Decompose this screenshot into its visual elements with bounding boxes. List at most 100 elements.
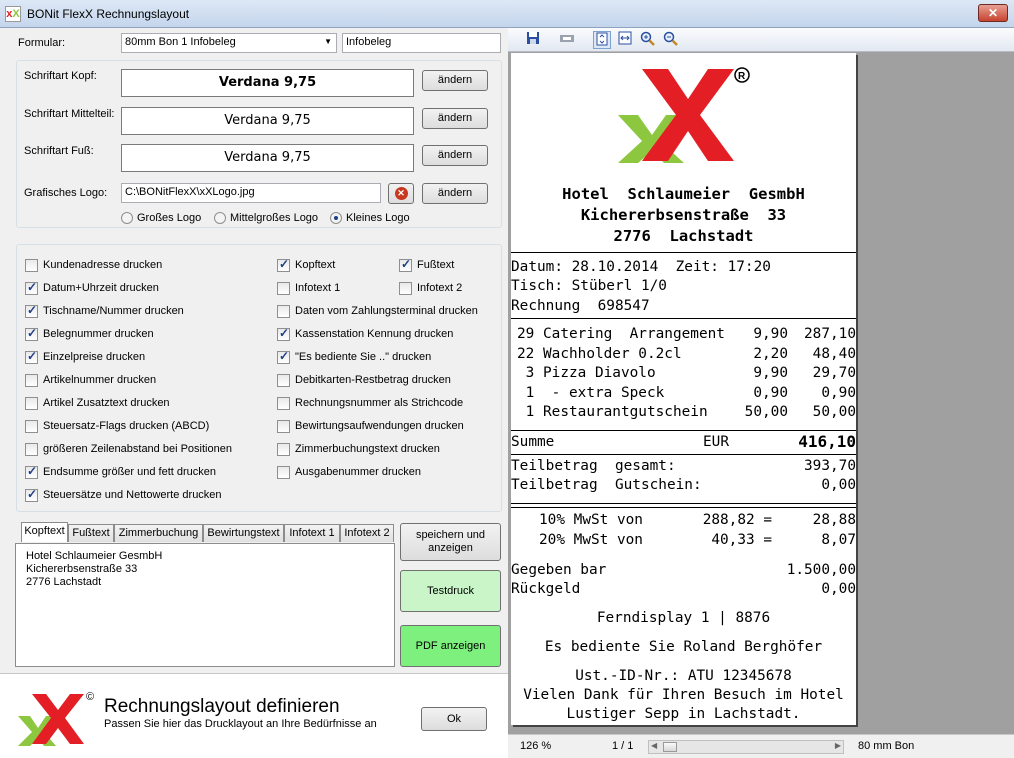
item-name: Restaurantgutschein bbox=[543, 404, 708, 420]
checkbox-indicator bbox=[277, 349, 290, 364]
tab-fusstext[interactable]: Fußtext bbox=[68, 524, 114, 542]
option-checkbox[interactable]: Artikel Zusatztext drucken bbox=[25, 395, 170, 411]
tab-bewirtungstext[interactable]: Bewirtungstext bbox=[203, 524, 284, 542]
font-foot-label: Schriftart Fuß: bbox=[24, 145, 94, 157]
tab-infotext-2[interactable]: Infotext 2 bbox=[340, 524, 394, 542]
radio-small-logo[interactable]: Kleines Logo bbox=[330, 210, 410, 226]
change-logo-button[interactable]: ändern bbox=[422, 183, 488, 204]
checkbox-indicator bbox=[25, 419, 38, 433]
checkbox-label: Tischname/Nummer drucken bbox=[43, 305, 184, 317]
pdf-show-button[interactable]: PDF anzeigen bbox=[400, 625, 501, 667]
item-name: Pizza Diavolo bbox=[543, 365, 656, 381]
option-checkbox[interactable]: Rechnungsnummer als Strichcode bbox=[277, 395, 463, 411]
option-checkbox[interactable]: Endsumme größer und fett drucken bbox=[25, 464, 216, 480]
option-checkbox[interactable]: Ausgabenummer drucken bbox=[277, 464, 421, 480]
checkbox-indicator bbox=[277, 304, 290, 318]
tab-infotext-1[interactable]: Infotext 1 bbox=[284, 524, 340, 542]
item-name: Catering Arrangement bbox=[543, 326, 725, 342]
item-price: 50,00 bbox=[744, 404, 788, 420]
checkbox-indicator bbox=[25, 373, 38, 387]
formular-select-value: 80mm Bon 1 Infobeleg bbox=[125, 36, 236, 48]
radio-indicator bbox=[330, 212, 342, 224]
option-checkbox[interactable]: Kundenadresse drucken bbox=[25, 257, 162, 273]
receipt-header-line: Hotel Schlaumeier GesmbH bbox=[562, 185, 805, 203]
option-checkbox[interactable]: Daten vom Zahlungsterminal drucken bbox=[277, 303, 478, 319]
option-checkbox[interactable]: Tischname/Nummer drucken bbox=[25, 303, 184, 319]
receipt-info-line: Rechnung 698547 bbox=[511, 298, 650, 314]
partial-voucher-label: Teilbetrag Gutschein: bbox=[511, 477, 702, 493]
checkbox-label: Infotext 2 bbox=[417, 282, 463, 294]
item-qty: 22 bbox=[517, 345, 535, 362]
checkbox-label: Endsumme größer und fett drucken bbox=[43, 466, 217, 478]
fit-page-icon[interactable] bbox=[593, 31, 611, 49]
checkbox-indicator bbox=[399, 257, 412, 272]
item-qty: 1 bbox=[517, 384, 535, 401]
checkbox-label: Daten vom Zahlungsterminal drucken bbox=[295, 305, 478, 317]
option-checkbox[interactable]: Einzelpreise drucken bbox=[25, 349, 145, 365]
option-checkbox[interactable]: Belegnummer drucken bbox=[25, 326, 154, 342]
receipt-header-line: 2776 Lachstadt bbox=[613, 227, 754, 245]
checkbox-label: Steuersätze und Nettowerte drucken bbox=[43, 489, 222, 501]
ok-button[interactable]: Ok bbox=[421, 707, 487, 731]
given-label: Gegeben bar bbox=[511, 562, 607, 578]
footer-title: Rechnungslayout definieren bbox=[104, 696, 340, 717]
preview-toolbar bbox=[508, 28, 1014, 52]
save-and-show-button[interactable]: speichern und anzeigen bbox=[400, 523, 501, 561]
checkbox-indicator bbox=[277, 257, 290, 272]
option-checkbox[interactable]: Fußtext bbox=[399, 257, 454, 273]
change-font-head-button[interactable]: ändern bbox=[422, 70, 488, 91]
option-checkbox[interactable]: Kassenstation Kennung drucken bbox=[277, 326, 453, 342]
clear-logo-button[interactable]: ✕ bbox=[388, 183, 414, 204]
option-checkbox[interactable]: Infotext 2 bbox=[399, 280, 462, 296]
font-head-field: Verdana 9,75 bbox=[121, 69, 414, 97]
change-font-foot-button[interactable]: ändern bbox=[422, 145, 488, 166]
checkbox-indicator bbox=[25, 442, 38, 456]
tab-zimmerbuchung[interactable]: Zimmerbuchung bbox=[114, 524, 203, 542]
app-icon[interactable]: xX bbox=[5, 6, 21, 22]
radio-label: Kleines Logo bbox=[346, 212, 410, 224]
option-checkbox[interactable]: Debitkarten-Restbetrag drucken bbox=[277, 372, 451, 388]
option-checkbox[interactable]: Bewirtungsaufwendungen drucken bbox=[277, 418, 464, 434]
checkbox-label: Infotext 1 bbox=[295, 282, 341, 294]
zoom-in-icon[interactable] bbox=[639, 31, 657, 49]
zoom-out-icon[interactable] bbox=[662, 31, 680, 49]
option-checkbox[interactable]: Zimmerbuchungstext drucken bbox=[277, 441, 440, 457]
page-scrollbar[interactable]: ◀ ▶ bbox=[648, 740, 844, 754]
option-checkbox[interactable]: Steuersätze und Nettowerte drucken bbox=[25, 487, 222, 503]
radio-medium-logo[interactable]: Mittelgroßes Logo bbox=[214, 210, 318, 226]
close-button[interactable]: ✕ bbox=[978, 4, 1008, 22]
option-checkbox[interactable]: größeren Zeilenabstand bei Positionen bbox=[25, 441, 232, 457]
option-checkbox[interactable]: Steuersatz-Flags drucken (ABCD) bbox=[25, 418, 209, 434]
logo-path-input[interactable]: C:\BONitFlexX\xXLogo.jpg bbox=[121, 183, 381, 203]
item-price: 0,90 bbox=[753, 384, 788, 401]
checkbox-indicator bbox=[25, 349, 38, 364]
change-font-mid-button[interactable]: ändern bbox=[422, 108, 488, 129]
option-checkbox[interactable]: Artikelnummer drucken bbox=[25, 372, 156, 388]
option-checkbox[interactable]: Infotext 1 bbox=[277, 280, 340, 296]
formular-select[interactable]: 80mm Bon 1 Infobeleg ▼ bbox=[121, 33, 337, 53]
tax-value: 8,07 bbox=[821, 532, 856, 548]
checkbox-label: Fußtext bbox=[417, 259, 455, 271]
print-icon[interactable] bbox=[558, 31, 576, 49]
scroll-right-icon[interactable]: ▶ bbox=[835, 741, 841, 750]
svg-text:©: © bbox=[86, 691, 94, 703]
tab-kopftext[interactable]: Kopftext bbox=[21, 522, 68, 542]
radio-large-logo[interactable]: Großes Logo bbox=[121, 210, 201, 226]
formular-name-input[interactable]: Infobeleg bbox=[342, 33, 501, 53]
option-checkbox[interactable]: Kopftext bbox=[277, 257, 335, 273]
tax-base: 40,33 = bbox=[711, 532, 772, 548]
scroll-thumb[interactable] bbox=[663, 742, 677, 752]
change-label: Rückgeld bbox=[511, 581, 581, 597]
item-name: - extra Speck bbox=[543, 384, 665, 401]
item-price: 9,90 bbox=[753, 365, 788, 381]
item-price: 2,20 bbox=[753, 345, 788, 362]
test-print-button[interactable]: Testdruck bbox=[400, 570, 501, 612]
option-checkbox[interactable]: Datum+Uhrzeit drucken bbox=[25, 280, 159, 296]
paper-format: 80 mm Bon bbox=[858, 740, 915, 752]
header-text-area[interactable]: Hotel Schlaumeier GesmbH Kichererbsenstr… bbox=[26, 550, 162, 589]
scroll-left-icon[interactable]: ◀ bbox=[651, 741, 657, 750]
save-icon[interactable] bbox=[524, 31, 542, 49]
option-checkbox[interactable]: "Es bediente Sie .." drucken bbox=[277, 349, 431, 365]
logo-label: Grafisches Logo: bbox=[24, 187, 108, 199]
fit-width-icon[interactable] bbox=[616, 31, 634, 49]
